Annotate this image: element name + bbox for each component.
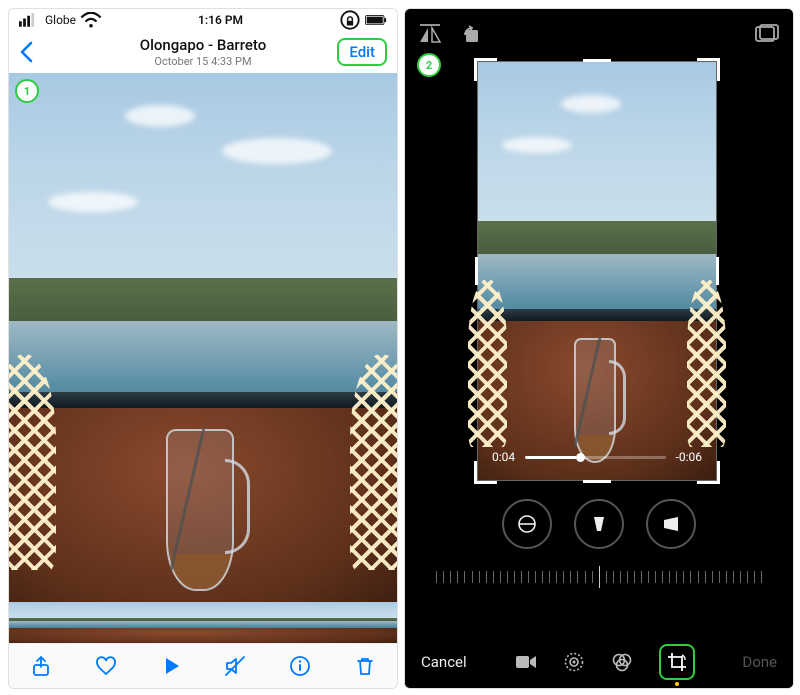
step-badge: 2 — [417, 53, 441, 77]
cancel-button[interactable]: Cancel — [421, 653, 467, 671]
vertical-perspective-icon[interactable] — [574, 499, 624, 549]
crop-handle-bl[interactable] — [474, 461, 497, 484]
crop-handle-tl[interactable] — [474, 58, 497, 81]
playback-progress[interactable] — [525, 456, 665, 459]
rotate-icon[interactable] — [459, 23, 481, 45]
crop-icon[interactable] — [659, 644, 695, 680]
rotation-dial[interactable] — [433, 561, 765, 593]
flip-icon[interactable] — [419, 24, 441, 44]
editor-bottom-bar: Cancel Done — [405, 636, 793, 688]
crop-handle-left[interactable] — [475, 257, 478, 285]
trash-icon[interactable] — [354, 655, 376, 677]
video-crop-editor-screen: 2 0:04 -0:06 — [404, 8, 794, 689]
video-preview[interactable]: 1 — [9, 73, 397, 613]
mute-icon[interactable] — [224, 655, 246, 677]
step-badge: 1 — [15, 79, 39, 103]
status-bar: Globe 1:16 PM — [9, 9, 397, 31]
straighten-icon[interactable] — [502, 499, 552, 549]
favorite-icon[interactable] — [95, 655, 117, 677]
clock-label: 1:16 PM — [198, 13, 243, 27]
done-button[interactable]: Done — [742, 653, 777, 671]
share-icon[interactable] — [30, 655, 52, 677]
edit-button[interactable]: Edit — [337, 38, 387, 66]
bottom-toolbar — [9, 643, 397, 688]
horizontal-perspective-icon[interactable] — [646, 499, 696, 549]
crop-handle-tr[interactable] — [697, 58, 720, 81]
playback-time-row: 0:04 -0:06 — [478, 450, 716, 464]
video-icon[interactable] — [515, 654, 537, 670]
wifi-icon — [80, 9, 102, 31]
nav-bar: Olongapo - Barreto October 15 4:33 PM Ed… — [9, 31, 397, 73]
scene — [9, 73, 397, 613]
video-scrubber[interactable] — [9, 602, 397, 644]
info-icon[interactable] — [289, 655, 311, 677]
battery-icon — [365, 9, 387, 31]
active-mode-indicator — [675, 682, 679, 686]
crop-handle-top[interactable] — [583, 59, 611, 62]
adjust-icon[interactable] — [563, 651, 585, 673]
crop-handle-right[interactable] — [716, 257, 719, 285]
aspect-icon[interactable] — [755, 24, 779, 44]
crop-frame[interactable]: 0:04 -0:06 — [477, 61, 717, 481]
crop-handle-bottom[interactable] — [583, 480, 611, 483]
scene: 0:04 -0:06 — [477, 61, 717, 481]
filters-icon[interactable] — [611, 651, 633, 673]
carrier-label: Globe — [45, 13, 76, 27]
play-icon[interactable] — [160, 655, 182, 677]
crop-handle-br[interactable] — [697, 461, 720, 484]
orientation-lock-icon — [339, 9, 361, 31]
photos-detail-screen: Globe 1:16 PM Olongapo - Barreto October… — [8, 8, 398, 689]
top-tool-row — [405, 19, 793, 49]
perspective-tool-row — [405, 499, 793, 549]
signal-icon — [19, 9, 41, 31]
